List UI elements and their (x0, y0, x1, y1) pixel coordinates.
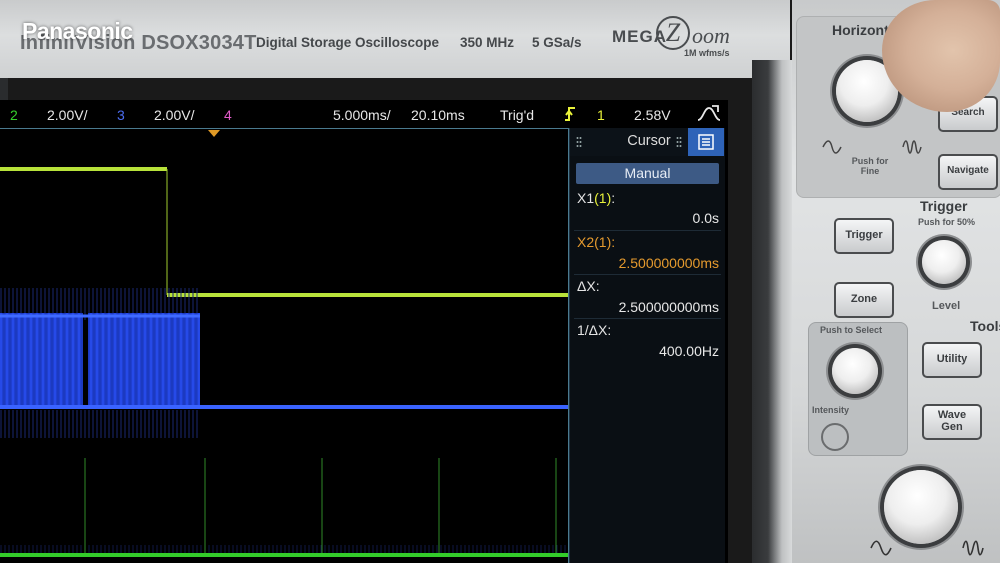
ch2-number[interactable]: 2 (10, 107, 18, 123)
time-delay[interactable]: 20.10ms (411, 107, 465, 123)
x1-label-suffix: : (611, 190, 616, 206)
trigger-source[interactable]: 1 (597, 107, 605, 123)
panel-menu-button[interactable] (688, 128, 724, 156)
push-for-50-label: Push for 50% (918, 217, 976, 227)
megazoom-sub: 1M wfms/s (684, 48, 730, 58)
acquisition-mode-icon[interactable] (696, 104, 722, 124)
utility-button[interactable]: Utility (922, 342, 982, 378)
sine-wave-icon (962, 540, 984, 556)
ch4-number[interactable]: 4 (224, 107, 232, 123)
sine-wave-icon (870, 540, 892, 556)
push-to-select-label: Push to Select (820, 325, 883, 335)
wave-gen-label-2: Gen (941, 421, 963, 433)
x2-source: (1) (594, 234, 612, 250)
x2-label-suffix: : (611, 234, 616, 250)
model-bandwidth: 350 MHz (460, 35, 515, 50)
delta-x-value: 2.500000000ms (618, 299, 719, 315)
oscilloscope-screen: 2 2.00V/ 3 2.00V/ 4 5.000ms/ 20.10ms Tri… (0, 100, 728, 563)
sine-wave-icon (902, 140, 922, 154)
intensity-label: Intensity (812, 405, 850, 415)
model-sample-rate: 5 GSa/s (532, 35, 582, 50)
bottom-knob[interactable] (884, 470, 958, 544)
time-scale[interactable]: 5.000ms/ (333, 107, 391, 123)
ch3-number[interactable]: 3 (117, 107, 125, 123)
cursor-mode-button[interactable]: Manual (576, 163, 719, 184)
entry-knob[interactable] (832, 348, 878, 394)
x2-label: X2(1): (577, 234, 615, 250)
wave-gen-button[interactable]: Wave Gen (922, 404, 982, 440)
push-for-fine-label: Push for Fine (851, 156, 889, 176)
drag-grip-icon[interactable] (576, 136, 582, 148)
megazoom-logo: MEGA Z oom 1M wfms/s (612, 14, 752, 64)
row-divider (574, 318, 721, 319)
row-divider (574, 230, 721, 231)
delta-x-label: ΔX: (577, 278, 600, 294)
trigger-level-knob[interactable] (922, 240, 966, 284)
wave-gen-label-1: Wave (937, 409, 967, 421)
inverse-delta-x-value: 400.00Hz (659, 343, 719, 359)
cursor-panel-header: Cursor (570, 128, 725, 156)
x1-value[interactable]: 0.0s (693, 210, 719, 226)
status-bar: 2 2.00V/ 3 2.00V/ 4 5.000ms/ 20.10ms Tri… (0, 100, 728, 130)
waveform-area (0, 167, 568, 557)
ch2-trace (0, 458, 568, 557)
navigate-button[interactable]: Navigate (938, 154, 998, 190)
inverse-delta-x-label: 1/ΔX: (577, 322, 612, 338)
x1-source: (1) (594, 190, 612, 206)
intensity-ring-icon (821, 423, 849, 451)
model-description: Digital Storage Oscilloscope (256, 35, 440, 50)
bezel-right (752, 60, 792, 563)
x1-label-text: X1 (577, 190, 595, 206)
ch1-trace (0, 167, 568, 297)
rising-edge-trigger-icon (565, 107, 575, 121)
instrument-bezel: InfiniiVision DSOX3034T Panasonic Digita… (0, 0, 790, 78)
list-icon (698, 134, 714, 150)
x2-label-text: X2 (577, 234, 595, 250)
brand-logo: Panasonic (22, 18, 133, 44)
trigger-level[interactable]: 2.58V (634, 107, 671, 123)
megazoom-oom: oom (692, 23, 730, 48)
megazoom-z: Z (656, 16, 690, 50)
trigger-state: Trig'd (500, 107, 535, 123)
zone-button[interactable]: Zone (834, 282, 894, 318)
drag-grip-icon[interactable] (676, 136, 682, 148)
ch3-trace (0, 288, 568, 438)
cursor-panel: Cursor Manual X1(1): 0.0s X2(1): 2.50000… (569, 128, 725, 563)
sine-wave-icon (822, 140, 842, 154)
x2-value[interactable]: 2.500000000ms (619, 255, 719, 271)
trigger-button[interactable]: Trigger (834, 218, 894, 254)
tools-section-label: Tools (970, 318, 1000, 334)
x1-label: X1(1): (577, 190, 615, 206)
ch2-scale[interactable]: 2.00V/ (47, 107, 87, 123)
trigger-section-label: Trigger (920, 198, 968, 214)
level-label: Level (932, 300, 961, 312)
row-divider (574, 274, 721, 275)
ch3-scale[interactable]: 2.00V/ (154, 107, 194, 123)
